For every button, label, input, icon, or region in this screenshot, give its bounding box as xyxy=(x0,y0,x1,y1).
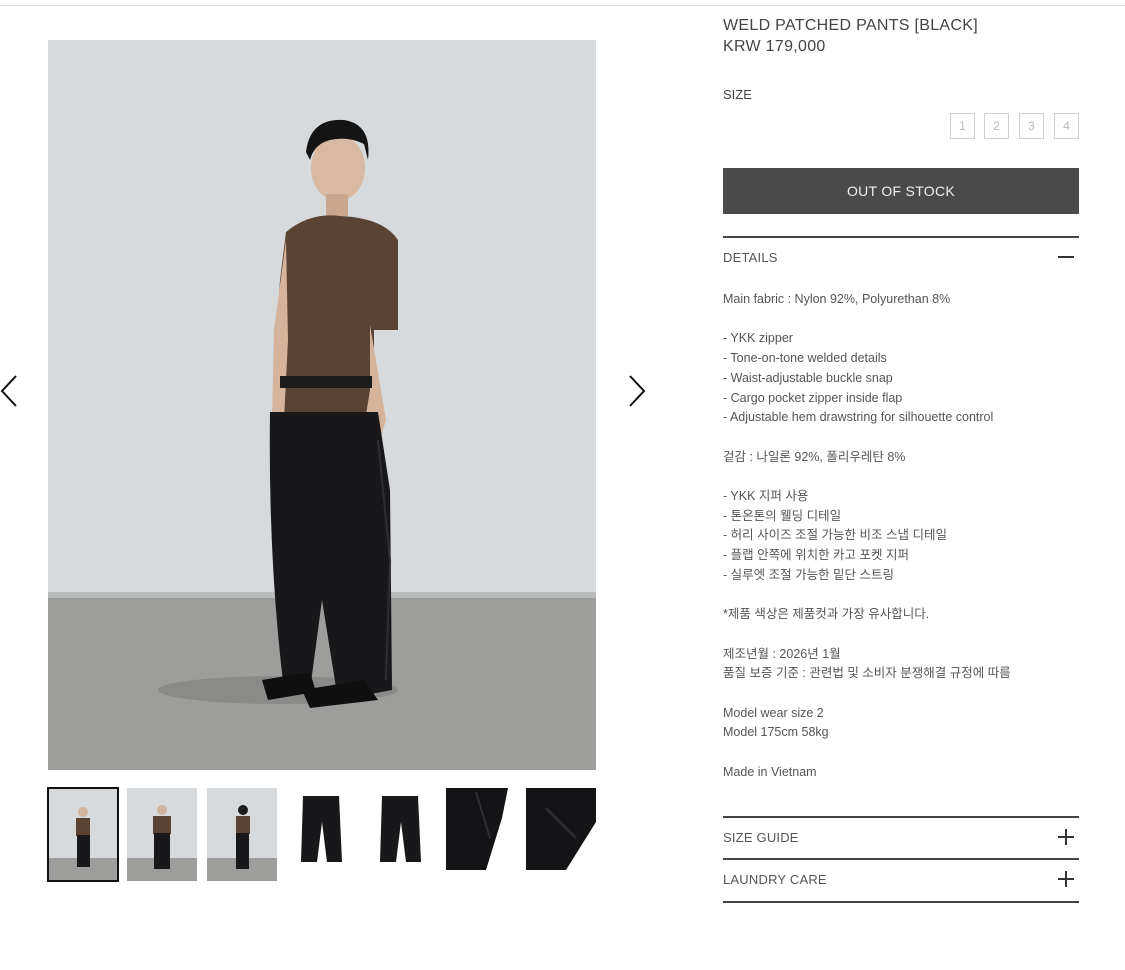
main-product-image xyxy=(48,40,596,770)
prev-image-button[interactable] xyxy=(0,374,22,408)
thumb-detail-2[interactable] xyxy=(526,788,596,881)
chevron-left-icon xyxy=(0,375,17,407)
details-title: DETAILS xyxy=(723,249,778,265)
details-spacer xyxy=(723,743,1079,763)
size-option-4[interactable]: 4 xyxy=(1054,113,1079,139)
details-toggle[interactable]: DETAILS xyxy=(723,245,1079,269)
details-line: *제품 색상은 제품컷과 가장 유사합니다. xyxy=(723,607,930,622)
details-line: 품질 보증 기준 : 관련법 및 소비자 분쟁해결 규정에 따름 xyxy=(723,666,1011,681)
details-line: 겉감 : 나일론 92%, 폴리우레탄 8% xyxy=(723,449,906,464)
details-line: - 허리 사이즈 조절 가능한 비조 스냅 디테일 xyxy=(723,528,947,543)
laundry-care-toggle[interactable]: LAUNDRY CARE xyxy=(723,867,1079,891)
thumb-pants-front[interactable] xyxy=(287,788,357,881)
size-guide-toggle[interactable]: SIZE GUIDE xyxy=(723,825,1079,849)
thumbnail-strip xyxy=(47,787,596,882)
details-line: - Cargo pocket zipper inside flap xyxy=(723,390,903,405)
details-spacer xyxy=(723,586,1079,606)
details-line: 제조년월 : 2026년 1월 xyxy=(723,646,841,661)
details-line: - Adjustable hem drawstring for silhouet… xyxy=(723,410,994,425)
details-line: - Tone-on-tone welded details xyxy=(723,351,887,366)
thumb-pants-back[interactable] xyxy=(366,788,436,881)
details-line: Main fabric : Nylon 92%, Polyurethan 8% xyxy=(723,292,951,306)
thumb-model-front[interactable] xyxy=(47,787,119,882)
thumb-model-front-2[interactable] xyxy=(127,788,197,881)
details-spacer xyxy=(723,467,1079,487)
details-spacer xyxy=(723,310,1079,330)
next-image-button[interactable] xyxy=(626,374,648,408)
details-line: - 톤온톤의 웰딩 디테일 xyxy=(723,508,842,523)
details-line: Model 175cm 58kg xyxy=(723,725,829,740)
details-line: - 실루엣 조절 가능한 밑단 스트링 xyxy=(723,567,895,582)
details-line: - 플랩 안쪽에 위치한 카고 포켓 지퍼 xyxy=(723,548,910,563)
details-spacer xyxy=(723,684,1079,704)
details-divider xyxy=(723,236,1079,238)
plus-icon xyxy=(1058,871,1074,887)
bottom-divider xyxy=(723,901,1079,903)
size-guide-divider xyxy=(723,816,1079,818)
details-spacer xyxy=(723,428,1079,448)
chevron-right-icon xyxy=(629,375,646,407)
details-line: - YKK 지퍼 사용 xyxy=(723,488,809,503)
size-label: SIZE xyxy=(723,87,752,102)
product-price: KRW 179,000 xyxy=(723,38,826,55)
laundry-care-divider xyxy=(723,858,1079,860)
product-name: WELD PATCHED PANTS [BLACK] xyxy=(723,17,978,34)
details-content: Main fabric : Nylon 92%, Polyurethan 8% -… xyxy=(723,290,1079,782)
size-option-2[interactable]: 2 xyxy=(984,113,1009,139)
plus-icon xyxy=(1058,829,1074,845)
laundry-care-title: LAUNDRY CARE xyxy=(723,871,827,887)
size-options: 1 2 3 4 xyxy=(950,113,1079,139)
thumb-model-side[interactable] xyxy=(207,788,277,881)
details-line: Model wear size 2 xyxy=(723,705,824,720)
minus-icon xyxy=(1058,249,1074,265)
out-of-stock-button[interactable]: OUT OF STOCK xyxy=(723,168,1079,214)
top-divider xyxy=(0,5,1125,6)
details-spacer xyxy=(723,625,1079,645)
size-option-3[interactable]: 3 xyxy=(1019,113,1044,139)
size-guide-title: SIZE GUIDE xyxy=(723,829,799,845)
details-line: - YKK zipper xyxy=(723,331,793,346)
details-line: - Waist-adjustable buckle snap xyxy=(723,370,893,385)
thumb-detail-1[interactable] xyxy=(446,788,516,881)
size-option-1[interactable]: 1 xyxy=(950,113,975,139)
details-line: Made in Vietnam xyxy=(723,764,817,779)
